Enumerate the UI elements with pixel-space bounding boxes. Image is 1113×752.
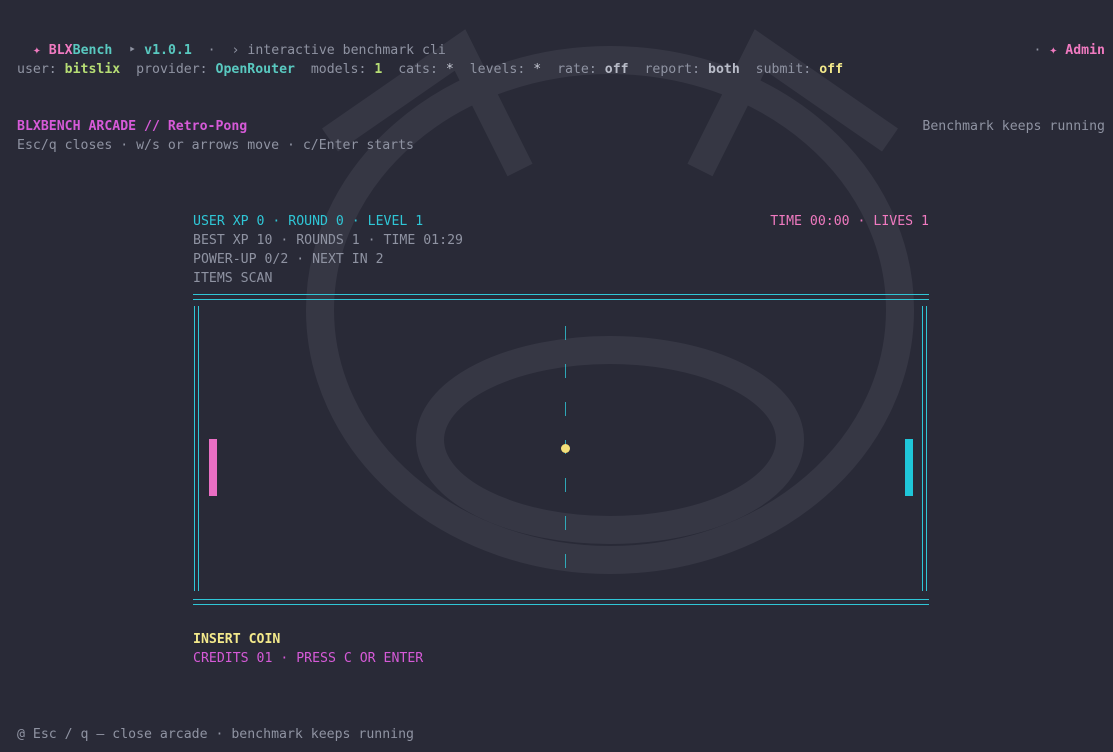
app-header: ✦ BLXBench ‣ v1.0.1 · › interactive benc… bbox=[17, 22, 446, 60]
levels-label: levels: bbox=[469, 62, 526, 77]
report-label: report: bbox=[644, 62, 701, 77]
hud-items: ITEMS SCAN bbox=[193, 271, 273, 286]
models-label: models: bbox=[310, 62, 367, 77]
net-dash bbox=[565, 516, 566, 530]
separator-dot: · bbox=[207, 43, 216, 58]
insert-coin: INSERT COIN bbox=[193, 632, 281, 647]
background-watermark bbox=[306, 29, 914, 574]
models-value: 1 bbox=[374, 62, 383, 77]
brand-star-icon: ✦ bbox=[32, 43, 41, 58]
provider-label: provider: bbox=[136, 62, 208, 77]
brand-name-prefix: BLX bbox=[48, 43, 73, 58]
status-bar: user: bitslix provider: OpenRouter model… bbox=[17, 60, 843, 79]
left-paddle[interactable] bbox=[209, 439, 217, 496]
version-label: v1.0.1 bbox=[144, 43, 192, 58]
submit-label: submit: bbox=[755, 62, 812, 77]
net-dash bbox=[565, 554, 566, 568]
field-bottom-border bbox=[193, 599, 929, 605]
rate-value: off bbox=[604, 62, 629, 77]
provider-value: OpenRouter bbox=[215, 62, 295, 77]
net-dash bbox=[565, 364, 566, 378]
admin-label: Admin bbox=[1065, 43, 1105, 58]
cats-label: cats: bbox=[398, 62, 438, 77]
ball bbox=[561, 444, 570, 453]
benchmark-running-note: Benchmark keeps running bbox=[922, 119, 1105, 134]
footer-hint: @ Esc / q — close arcade · benchmark kee… bbox=[17, 727, 414, 742]
net-dash bbox=[565, 478, 566, 492]
rate-label: rate: bbox=[557, 62, 597, 77]
credits-prompt: CREDITS 01 · PRESS C OR ENTER bbox=[193, 651, 424, 666]
brand-name-suffix: Bench bbox=[72, 43, 113, 58]
right-paddle bbox=[905, 439, 913, 496]
tagline: › interactive benchmark cli bbox=[231, 43, 446, 58]
arcade-title: BLXBENCH ARCADE // Retro-Pong bbox=[17, 119, 248, 134]
net-dash bbox=[565, 326, 566, 340]
levels-value: * bbox=[533, 62, 542, 77]
admin-separator-dot: · bbox=[1033, 43, 1042, 58]
arrow-icon: ‣ bbox=[128, 43, 137, 58]
hud-best: BEST XP 10 · ROUNDS 1 · TIME 01:29 bbox=[193, 233, 463, 248]
submit-value: off bbox=[819, 62, 844, 77]
user-value: bitslix bbox=[64, 62, 121, 77]
field-top-border bbox=[193, 294, 929, 300]
cats-value: * bbox=[445, 62, 454, 77]
hud-stats: USER XP 0 · ROUND 0 · LEVEL 1 bbox=[193, 214, 424, 229]
report-value: both bbox=[708, 62, 740, 77]
hud-time-lives: TIME 00:00 · LIVES 1 bbox=[770, 214, 929, 229]
net-dash bbox=[565, 402, 566, 416]
arcade-help: Esc/q closes · w/s or arrows move · c/En… bbox=[17, 138, 414, 153]
field-left-wall bbox=[194, 306, 199, 591]
hud-powerup: POWER-UP 0/2 · NEXT IN 2 bbox=[193, 252, 384, 267]
field-right-wall bbox=[922, 306, 927, 591]
admin-star-icon: ✦ bbox=[1049, 43, 1058, 58]
user-label: user: bbox=[17, 62, 57, 77]
admin-badge: · ✦ Admin bbox=[1018, 22, 1105, 60]
